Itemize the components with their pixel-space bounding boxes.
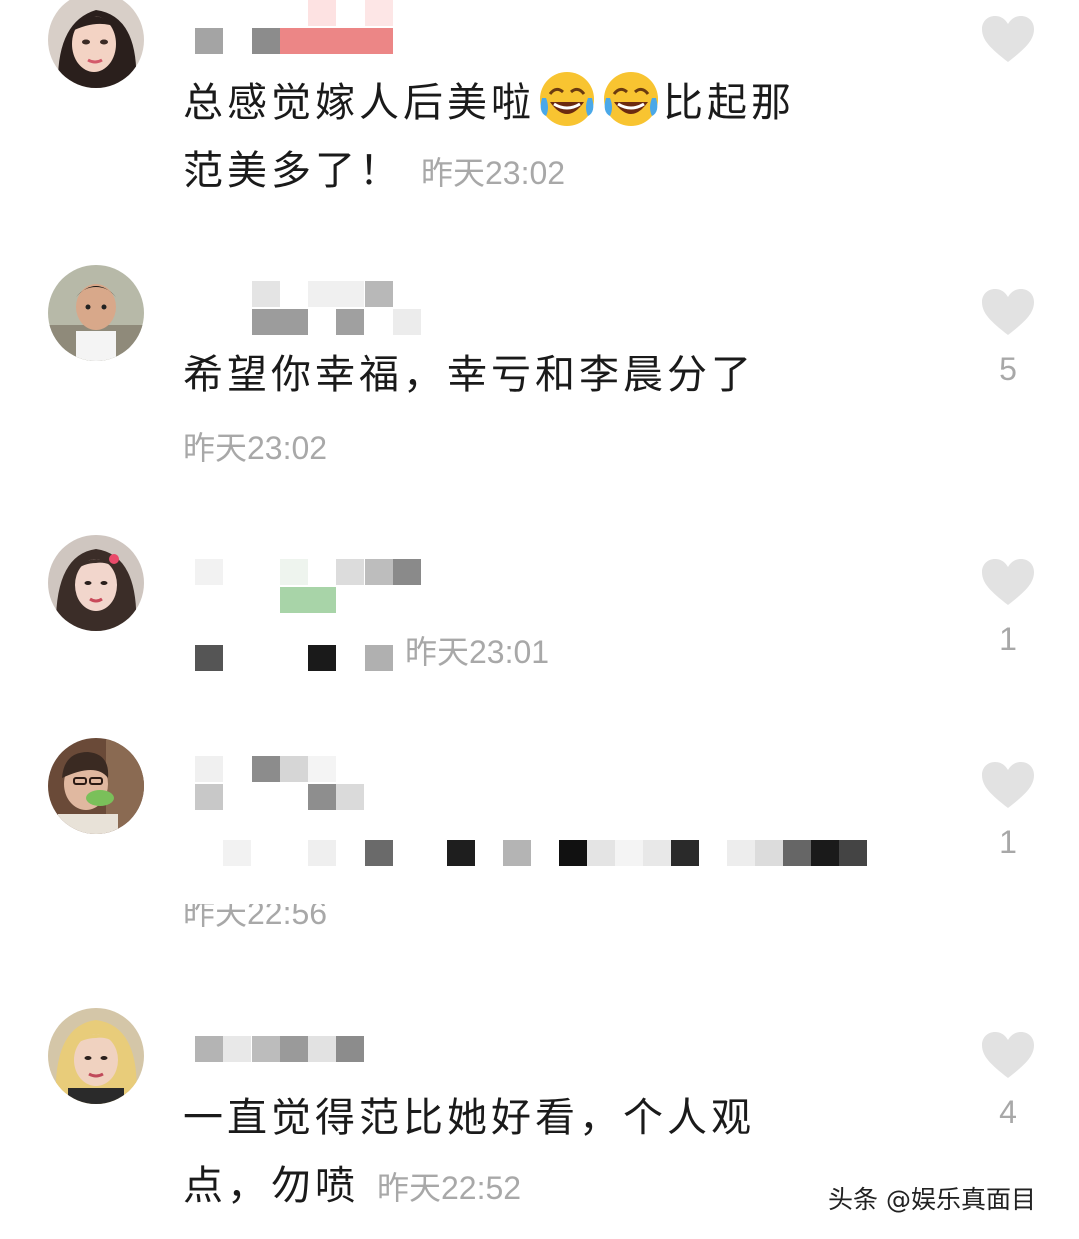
like-button[interactable]: 1 <box>978 760 1038 860</box>
like-button[interactable] <box>978 14 1038 78</box>
heart-icon <box>982 559 1034 605</box>
heart-icon <box>982 16 1034 62</box>
like-button[interactable]: 4 <box>978 1030 1038 1130</box>
avatar[interactable] <box>48 265 144 361</box>
heart-icon <box>982 289 1034 335</box>
crying-laughing-emoji <box>540 72 594 126</box>
watermark: 头条 @娱乐真面目 <box>828 1185 1036 1214</box>
avatar[interactable] <box>48 738 144 834</box>
comment-text: 一直觉得范比她好看，个人观 点，勿喷 昨天22:52 <box>183 1095 755 1209</box>
like-button[interactable]: 5 <box>978 287 1038 387</box>
avatar[interactable] <box>48 535 144 631</box>
like-button[interactable]: 1 <box>978 557 1038 657</box>
comment-text: 希望你幸福，幸亏和李晨分了 <box>183 352 755 398</box>
like-count: 1 <box>999 824 1017 860</box>
username-redacted[interactable] <box>185 281 485 341</box>
username-redacted[interactable] <box>185 0 485 60</box>
avatar[interactable] <box>48 1008 144 1104</box>
like-count: 4 <box>999 1094 1017 1130</box>
crying-laughing-emoji <box>604 72 658 126</box>
comment-text-redacted <box>185 840 885 900</box>
timestamp: 昨天23:02 <box>183 430 328 466</box>
username-redacted[interactable] <box>185 559 485 619</box>
heart-icon <box>982 1032 1034 1078</box>
timestamp: 昨天23:02 <box>421 155 566 191</box>
like-count: 5 <box>999 351 1017 387</box>
like-count: 1 <box>999 621 1017 657</box>
timestamp: 昨天22:52 <box>377 1170 522 1206</box>
timestamp-clip: 昨天22:56 <box>183 904 483 930</box>
username-redacted[interactable] <box>185 756 485 816</box>
timestamp: 昨天23:01 <box>405 634 550 670</box>
comment-text: 总感觉嫁人后美啦 比起那 范美多了！ 昨天23:02 <box>183 68 903 207</box>
timestamp: 昨天22:56 <box>183 904 328 930</box>
heart-icon <box>982 762 1034 808</box>
avatar[interactable] <box>48 0 144 88</box>
